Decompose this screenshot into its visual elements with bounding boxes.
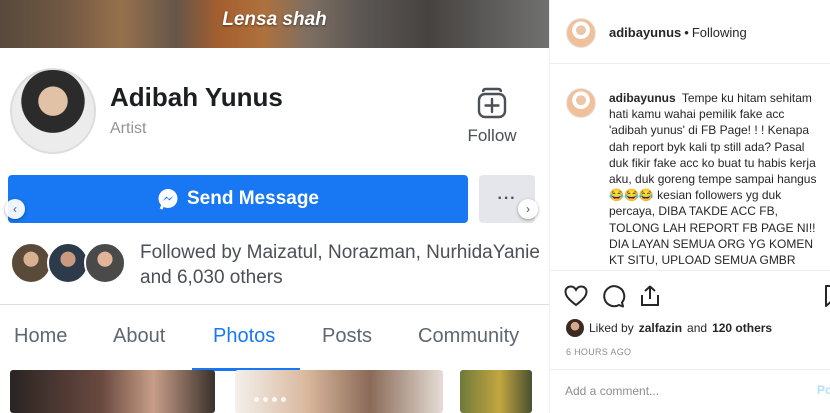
page-tabs: Home About Photos Posts Community [0, 304, 549, 371]
post-caption-area: adibayunus Tempe ku hitam sehitam hati k… [550, 64, 830, 270]
avatar [10, 242, 52, 284]
heart-icon[interactable] [563, 283, 589, 309]
photo-thumbnail[interactable] [10, 370, 215, 413]
add-comment-bar: Po [550, 369, 830, 413]
page-avatar[interactable] [10, 68, 96, 154]
follow-button[interactable]: Follow [462, 86, 522, 150]
tab-photos[interactable]: Photos [213, 325, 275, 348]
send-message-label: Send Message [187, 188, 319, 209]
post-comment-button[interactable]: Po [817, 383, 830, 397]
bookmark-icon[interactable] [820, 283, 830, 309]
facebook-page-screenshot: Lensa shah Adibah Yunus Artist Follow Se… [0, 0, 549, 413]
comment-icon[interactable] [600, 283, 626, 309]
post-timestamp[interactable]: 6 HOURS AGO [566, 347, 631, 357]
cover-photo: Lensa shah [0, 0, 549, 48]
photo-thumbnail[interactable] [460, 370, 532, 413]
more-icon: ··· [497, 190, 517, 207]
post-actions: Liked by zalfazin and 120 others 6 HOURS… [550, 270, 830, 413]
username-link[interactable]: adibayunus [609, 25, 681, 40]
caption-username-link[interactable]: adibayunus [609, 91, 676, 105]
comment-input[interactable] [565, 384, 805, 398]
avatar [84, 242, 126, 284]
liked-by-prefix: Liked by [589, 321, 634, 335]
avatar [566, 319, 584, 337]
avatar[interactable] [566, 18, 596, 48]
page-header: Adibah Yunus Artist Follow [0, 48, 549, 166]
share-icon[interactable] [637, 283, 663, 309]
followers-summary: Followed by Maizatul, Norazman, NurhidaY… [0, 236, 549, 292]
page-title[interactable]: Adibah Yunus [110, 82, 283, 113]
caption-text: Tempe ku hitam sehitam hati kamu wahai p… [609, 91, 817, 268]
avatar[interactable] [566, 88, 596, 118]
avatar [47, 242, 89, 284]
tab-community[interactable]: Community [418, 325, 519, 348]
tab-home[interactable]: Home [14, 325, 67, 348]
send-message-button[interactable]: Send Message [8, 175, 468, 223]
follow-icon [477, 87, 507, 119]
chevron-left-icon[interactable]: ‹ [5, 199, 25, 219]
following-button[interactable]: Following [692, 25, 747, 40]
chevron-right-icon[interactable]: › [518, 199, 538, 219]
messenger-icon [158, 189, 178, 210]
instagram-post-panel: adibayunus • Following adibayunus Tempe ku… [549, 0, 830, 413]
page-category: Artist [110, 120, 147, 137]
cover-title: Lensa shah [222, 9, 327, 30]
post-caption: adibayunus Tempe ku hitam sehitam hati k… [609, 90, 824, 268]
tab-about[interactable]: About [113, 325, 165, 348]
liked-by-username[interactable]: zalfazin [639, 321, 682, 335]
post-header: adibayunus • Following [550, 0, 830, 64]
likes-summary: Liked by zalfazin and 120 others [566, 319, 772, 337]
photo-thumbnail[interactable] [235, 370, 443, 413]
liked-by-others[interactable]: 120 others [712, 321, 772, 335]
post-author: adibayunus • Following [609, 25, 747, 40]
tab-posts[interactable]: Posts [322, 325, 372, 348]
follow-label: Follow [467, 126, 517, 145]
carousel-dots [254, 397, 286, 402]
liked-by-and: and [687, 321, 708, 335]
followed-by-text[interactable]: Followed by Maizatul, Norazman, NurhidaY… [140, 240, 540, 290]
